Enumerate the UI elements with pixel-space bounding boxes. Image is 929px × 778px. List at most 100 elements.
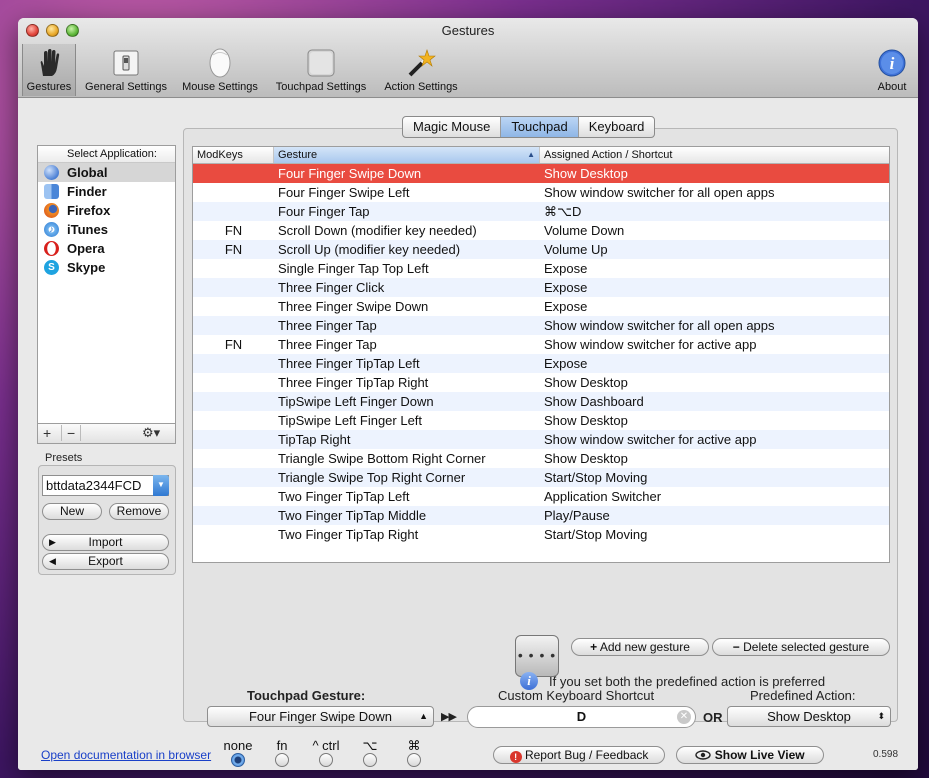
gear-menu-icon[interactable]: ⚙▾ (142, 425, 160, 441)
table-row[interactable]: Four Finger Swipe Left Show window switch… (193, 183, 889, 202)
table-row[interactable]: Four Finger Swipe Down Show Desktop (193, 164, 889, 183)
table-row[interactable]: Single Finger Tap Top Left Expose (193, 259, 889, 278)
gesture-cell: Two Finger TipTap Left (278, 489, 410, 504)
table-row[interactable]: Triangle Swipe Top Right Corner Start/Sto… (193, 468, 889, 487)
tab-keyboard[interactable]: Keyboard (579, 117, 655, 137)
table-row[interactable]: Two Finger TipTap Left Application Switch… (193, 487, 889, 506)
gesture-popup[interactable]: Four Finger Swipe Down ▲ (207, 706, 434, 727)
action-cell: Show Desktop (544, 375, 628, 390)
table-row[interactable]: Three Finger Tap Show window switcher for… (193, 316, 889, 335)
gesture-cell: Scroll Up (modifier key needed) (278, 242, 461, 257)
action-cell: Show window switcher for active app (544, 432, 757, 447)
action-cell: Show Desktop (544, 413, 628, 428)
action-cell: Start/Stop Moving (544, 527, 648, 542)
action-cell: Expose (544, 280, 588, 295)
table-row[interactable]: Four Finger Tap ⌘⌥D (193, 202, 889, 221)
gesture-drag-handle[interactable]: • • • • (515, 635, 559, 677)
tab-magic-mouse[interactable]: Magic Mouse (403, 117, 502, 137)
table-row[interactable]: TipSwipe Left Finger Left Show Desktop (193, 411, 889, 430)
version-label: 0.598 (873, 749, 899, 760)
show-live-view-button[interactable]: Show Live View (676, 746, 824, 764)
action-cell: Volume Up (544, 242, 608, 257)
toolbar-touchpad-settings-label: Touchpad Settings (275, 81, 367, 93)
info-icon: i (520, 672, 538, 690)
column-header-action[interactable]: Assigned Action / Shortcut (540, 147, 889, 163)
report-bug-button[interactable]: ! Report Bug / Feedback (493, 746, 665, 764)
svg-text:i: i (890, 54, 895, 73)
column-header-modkeys[interactable]: ModKeys (193, 147, 274, 163)
clear-icon[interactable]: ✕ (677, 710, 691, 724)
hand-icon (33, 47, 65, 79)
gesture-cell: Triangle Swipe Top Right Corner (278, 470, 466, 485)
modifier-radio-option[interactable] (363, 753, 377, 767)
gesture-cell: Triangle Swipe Bottom Right Corner (278, 451, 486, 466)
table-row[interactable]: Three Finger TipTap Right Show Desktop (193, 373, 889, 392)
app-item-itunes[interactable]: ♪ iTunes (38, 220, 175, 239)
table-row[interactable]: FN Three Finger Tap Show window switcher f… (193, 335, 889, 354)
delete-gesture-button[interactable]: − Delete selected gesture (712, 638, 890, 656)
new-preset-button[interactable]: New (42, 503, 102, 520)
app-item-finder[interactable]: Finder (38, 182, 175, 201)
application-list[interactable]: Select Application: Global Finder Firefo… (37, 145, 176, 424)
table-row[interactable]: Two Finger TipTap Right Start/Stop Moving (193, 525, 889, 544)
remove-application-button[interactable]: − (61, 425, 82, 441)
table-row[interactable]: FN Scroll Down (modifier key needed) Volum… (193, 221, 889, 240)
table-row[interactable]: Three Finger TipTap Left Expose (193, 354, 889, 373)
app-item-firefox[interactable]: Firefox (38, 201, 175, 220)
modifier-radio-none[interactable] (231, 753, 245, 767)
modifier-radio-fn[interactable] (275, 753, 289, 767)
shortcut-value: D (576, 709, 587, 724)
forward-icon: ▶▶ (441, 711, 457, 723)
gesture-cell: Three Finger TipTap Left (278, 356, 420, 371)
modifier-label-ctrl: ^ ctrl (312, 738, 340, 753)
app-item-label: Skype (67, 260, 106, 275)
trackpad-icon (305, 47, 337, 79)
gesture-cell: Three Finger Click (278, 280, 385, 295)
app-item-label: Opera (67, 241, 105, 256)
delete-gesture-label: Delete selected gesture (743, 640, 870, 654)
firefox-icon (44, 203, 59, 218)
gesture-cell: Three Finger TipTap Right (278, 375, 429, 390)
toolbar-about[interactable]: i About (870, 44, 914, 96)
predefined-action-value: Show Desktop (767, 709, 851, 724)
column-header-gesture[interactable]: Gesture ▲ (274, 147, 540, 163)
add-application-button[interactable]: + (43, 425, 51, 441)
chevron-down-icon[interactable]: ▼ (153, 475, 169, 496)
gesture-cell: Two Finger TipTap Middle (278, 508, 427, 523)
toolbar-action-settings-label: Action Settings (384, 81, 458, 93)
app-item-skype[interactable]: S Skype (38, 258, 175, 277)
table-row[interactable]: Three Finger Swipe Down Expose (193, 297, 889, 316)
export-preset-button[interactable]: ◀ Export (42, 553, 169, 570)
tab-touchpad[interactable]: Touchpad (501, 117, 579, 137)
finder-icon (44, 184, 59, 199)
table-row[interactable]: TipSwipe Left Finger Down Show Dashboard (193, 392, 889, 411)
documentation-link[interactable]: Open documentation in browser (41, 748, 211, 762)
modifier-radio-command[interactable] (407, 753, 421, 767)
toolbar-gestures[interactable]: Gestures (22, 44, 76, 96)
eye-icon (695, 748, 714, 762)
modifier-label-fn: fn (276, 738, 288, 753)
table-row[interactable]: Two Finger TipTap Middle Play/Pause (193, 506, 889, 525)
remove-preset-button[interactable]: Remove (109, 503, 169, 520)
app-item-opera[interactable]: Opera (38, 239, 175, 258)
table-row[interactable]: Triangle Swipe Bottom Right Corner Show D… (193, 449, 889, 468)
table-row[interactable]: Three Finger Click Expose (193, 278, 889, 297)
gesture-cell: Four Finger Tap (278, 204, 370, 219)
gesture-cell: Four Finger Swipe Down (278, 166, 422, 181)
app-item-global[interactable]: Global (38, 163, 175, 182)
add-gesture-button[interactable]: + Add new gesture (571, 638, 709, 656)
preset-combo-box[interactable]: bttdata2344FCD ▼ (42, 475, 169, 496)
opera-icon (44, 241, 59, 256)
shortcut-field[interactable]: D ✕ (467, 706, 696, 728)
modifier-radio-ctrl[interactable] (319, 753, 333, 767)
toolbar-general-settings[interactable]: General Settings (80, 44, 172, 96)
table-row[interactable]: FN Scroll Up (modifier key needed) Volume … (193, 240, 889, 259)
toolbar-mouse-settings[interactable]: Mouse Settings (177, 44, 263, 96)
predefined-action-popup[interactable]: Show Desktop ⬍ (727, 706, 891, 727)
switch-icon (110, 47, 142, 79)
import-preset-button[interactable]: ▶ Import (42, 534, 169, 551)
gestures-table[interactable]: ModKeys Gesture ▲ Assigned Action / Shor… (192, 146, 890, 563)
toolbar-touchpad-settings[interactable]: Touchpad Settings (268, 44, 374, 96)
toolbar-action-settings[interactable]: Action Settings (379, 44, 463, 96)
table-row[interactable]: TipTap Right Show window switcher for act… (193, 430, 889, 449)
